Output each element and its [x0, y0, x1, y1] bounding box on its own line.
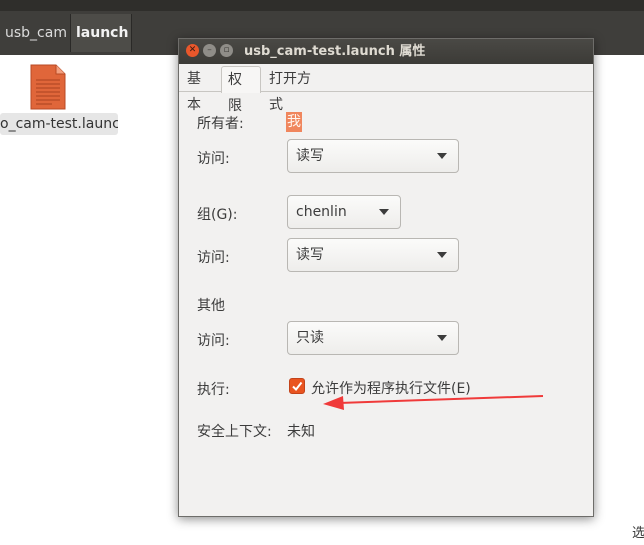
- dialog-title: usb_cam-test.launch 属性: [244, 44, 426, 59]
- breadcrumb-usb-cam[interactable]: usb_cam: [0, 14, 69, 52]
- checkmark-icon: [292, 381, 303, 392]
- group-access-combo[interactable]: 读写: [287, 238, 459, 272]
- group-value: chenlin: [296, 204, 347, 220]
- chevron-down-icon: [437, 153, 447, 159]
- tab-permissions[interactable]: 权限: [221, 66, 261, 114]
- properties-dialog: ✕ – ▫ usb_cam-test.launch 属性 基本 权限 打开方式 …: [178, 38, 594, 517]
- group-access-value: 读写: [296, 247, 324, 263]
- owner-value: 我: [286, 112, 302, 132]
- others-access-combo[interactable]: 只读: [287, 321, 459, 355]
- owner-access-value: 读写: [296, 148, 324, 164]
- chevron-down-icon: [437, 335, 447, 341]
- security-context-label: 安全上下文:: [197, 424, 272, 440]
- group-access-label: 访问:: [197, 250, 230, 266]
- file-name-label[interactable]: o_cam-test.launch: [0, 113, 118, 135]
- dialog-titlebar[interactable]: ✕ – ▫ usb_cam-test.launch 属性: [179, 39, 593, 64]
- others-access-label: 访问:: [197, 333, 230, 349]
- status-text: 选: [632, 526, 644, 541]
- dialog-tabs: 基本 权限 打开方式: [179, 64, 593, 114]
- annotation-arrow-icon: [323, 395, 544, 410]
- owner-access-label: 访问:: [197, 151, 230, 167]
- window-top-bar: [0, 0, 644, 11]
- tab-basic[interactable]: 基本: [181, 66, 219, 113]
- others-access-value: 只读: [296, 330, 324, 346]
- text-file-icon[interactable]: [30, 64, 66, 110]
- security-context-value: 未知: [287, 424, 315, 440]
- others-label: 其他: [197, 298, 225, 314]
- group-label: 组(G):: [197, 207, 238, 223]
- breadcrumb-launch[interactable]: launch: [70, 14, 132, 52]
- maximize-button[interactable]: ▫: [220, 44, 233, 57]
- tab-open-with[interactable]: 打开方式: [263, 66, 329, 113]
- group-combo[interactable]: chenlin: [287, 195, 401, 229]
- owner-label: 所有者:: [197, 116, 244, 132]
- execute-label: 执行:: [197, 382, 230, 398]
- minimize-button[interactable]: –: [203, 44, 216, 57]
- owner-access-combo[interactable]: 读写: [287, 139, 459, 173]
- chevron-down-icon: [379, 209, 389, 215]
- close-button[interactable]: ✕: [186, 44, 199, 57]
- execute-checkbox[interactable]: [289, 378, 305, 394]
- chevron-down-icon: [437, 252, 447, 258]
